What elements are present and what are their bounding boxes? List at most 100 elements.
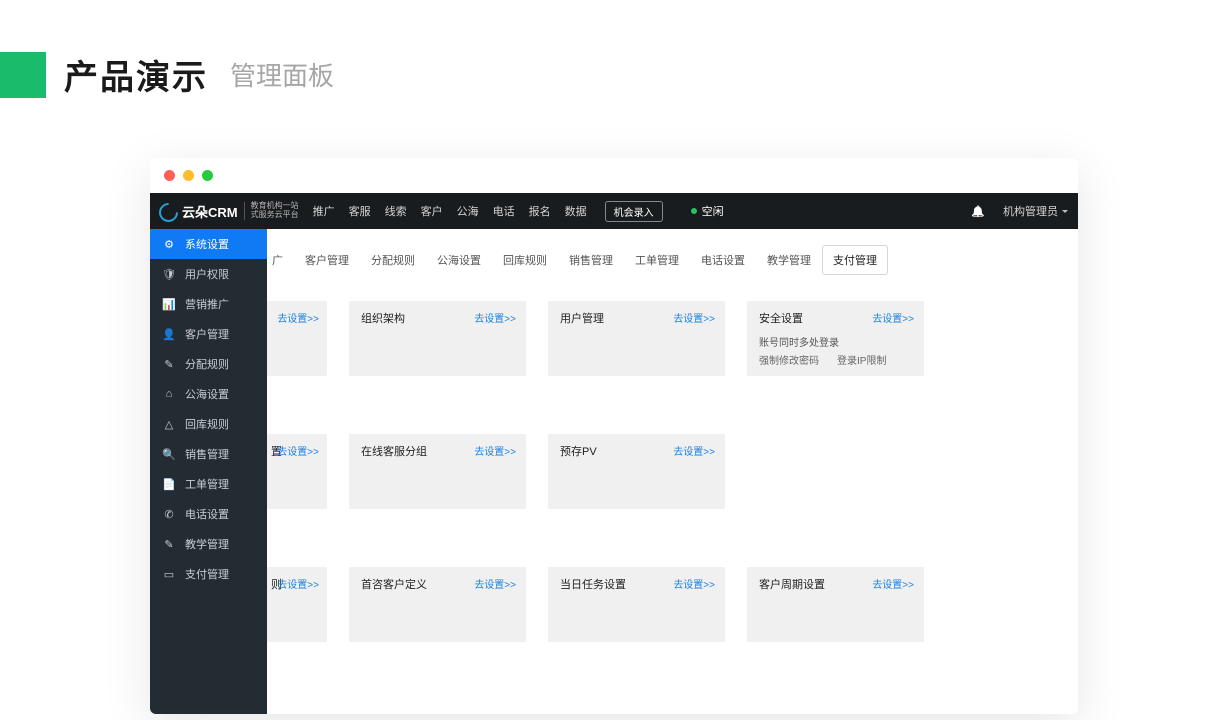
go-settings-link[interactable]: 去设置>> xyxy=(673,443,715,458)
main-panel: 广 客户管理 分配规则 公海设置 回库规则 销售管理 工单管理 电话设置 教学管… xyxy=(267,229,1078,714)
go-settings-link[interactable]: 去设置>> xyxy=(277,310,319,325)
nav-item[interactable]: 线索 xyxy=(385,203,407,219)
logo[interactable]: 云朵CRM 教育机构一站 式服务云平台 xyxy=(158,202,299,221)
nav-item[interactable]: 客服 xyxy=(349,203,371,219)
phone-icon: ✆ xyxy=(163,508,175,521)
card-user-mgmt[interactable]: 用户管理 去设置>> xyxy=(548,301,725,376)
status-label: 空闲 xyxy=(702,203,724,219)
sidebar-item-label: 公海设置 xyxy=(185,386,229,402)
chevron-down-icon xyxy=(1062,210,1068,213)
sidebar-item-ticket[interactable]: 📄 工单管理 xyxy=(150,469,267,499)
user-menu[interactable]: 机构管理员 xyxy=(1003,203,1068,219)
card-preset-pv[interactable]: 预存PV 去设置>> xyxy=(548,434,725,509)
go-settings-link[interactable]: 去设置>> xyxy=(277,443,319,458)
status-indicator[interactable]: 空闲 xyxy=(691,203,724,219)
home-icon: ⌂ xyxy=(163,388,175,400)
slide-title: 产品演示 管理面板 xyxy=(0,50,334,99)
tab[interactable]: 支付管理 xyxy=(822,245,888,275)
tab-fragment[interactable]: 广 xyxy=(271,245,294,275)
minimize-icon[interactable] xyxy=(183,170,194,181)
sidebar-item-teaching[interactable]: ✎ 教学管理 xyxy=(150,529,267,559)
card-row: 置 去设置>> 在线客服分组 去设置>> 预存PV 去设置>> xyxy=(277,434,1068,509)
accent-block xyxy=(0,52,46,98)
user-label: 机构管理员 xyxy=(1003,203,1058,219)
tab[interactable]: 公海设置 xyxy=(426,245,492,275)
card-subrow: 强制修改密码 登录IP限制 xyxy=(759,352,914,367)
user-icon: 👤 xyxy=(163,328,175,341)
shield-icon: 🛡 xyxy=(163,268,175,281)
tab[interactable]: 工单管理 xyxy=(624,245,690,275)
tab[interactable]: 回库规则 xyxy=(492,245,558,275)
sidebar-item-customer[interactable]: 👤 客户管理 xyxy=(150,319,267,349)
top-nav: 推广 客服 线索 客户 公海 电话 报名 数据 机会录入 xyxy=(313,201,663,222)
nav-item[interactable]: 客户 xyxy=(421,203,443,219)
sidebar-item-label: 工单管理 xyxy=(185,476,229,492)
close-icon[interactable] xyxy=(164,170,175,181)
card-online-group[interactable]: 在线客服分组 去设置>> xyxy=(349,434,526,509)
go-settings-link[interactable]: 去设置>> xyxy=(872,310,914,325)
card-sub-item: 强制修改密码 xyxy=(759,352,819,367)
sidebar-item-label: 教学管理 xyxy=(185,536,229,552)
sidebar-item-label: 分配规则 xyxy=(185,356,229,372)
nav-item[interactable]: 推广 xyxy=(313,203,335,219)
sidebar-item-payment[interactable]: ▭ 支付管理 xyxy=(150,559,267,589)
app-body: ⚙ 系统设置 🛡 用户权限 📊 营销推广 👤 客户管理 ✎ 分配规则 ⌂ 公海 xyxy=(150,229,1078,714)
nav-item[interactable]: 数据 xyxy=(565,203,587,219)
card-org-structure[interactable]: 组织架构 去设置>> xyxy=(349,301,526,376)
go-settings-link[interactable]: 去设置>> xyxy=(277,576,319,591)
card-partial[interactable]: 则 去设置>> xyxy=(267,567,327,642)
go-settings-link[interactable]: 去设置>> xyxy=(673,576,715,591)
sidebar-item-label: 支付管理 xyxy=(185,566,229,582)
card-row: 去设置>> 组织架构 去设置>> 用户管理 去设置>> 安全设置 去设置>> 账… xyxy=(277,301,1068,376)
sidebar-item-label: 客户管理 xyxy=(185,326,229,342)
card-row: 则 去设置>> 首咨客户定义 去设置>> 当日任务设置 去设置>> 客户周期设置… xyxy=(277,567,1068,642)
go-settings-link[interactable]: 去设置>> xyxy=(474,310,516,325)
lookup-icon: 🔍 xyxy=(163,448,175,461)
card-firstconsult[interactable]: 首咨客户定义 去设置>> xyxy=(349,567,526,642)
sidebar-item-user-permissions[interactable]: 🛡 用户权限 xyxy=(150,259,267,289)
card-customercycle[interactable]: 客户周期设置 去设置>> xyxy=(747,567,924,642)
logo-swoosh-icon xyxy=(158,202,176,220)
sub-tabs: 广 客户管理 分配规则 公海设置 回库规则 销售管理 工单管理 电话设置 教学管… xyxy=(271,245,1068,275)
sidebar-item-marketing[interactable]: 📊 营销推广 xyxy=(150,289,267,319)
sidebar-item-label: 销售管理 xyxy=(185,446,229,462)
app-header: 云朵CRM 教育机构一站 式服务云平台 推广 客服 线索 客户 公海 电话 报名… xyxy=(150,193,1078,229)
sidebar-item-sales[interactable]: 🔍 销售管理 xyxy=(150,439,267,469)
nav-item[interactable]: 电话 xyxy=(493,203,515,219)
notification-icon[interactable] xyxy=(971,205,985,218)
maximize-icon[interactable] xyxy=(202,170,213,181)
tab[interactable]: 客户管理 xyxy=(294,245,360,275)
card-partial[interactable]: 置 去设置>> xyxy=(267,434,327,509)
document-icon: 📄 xyxy=(163,478,175,491)
app-window: 云朵CRM 教育机构一站 式服务云平台 推广 客服 线索 客户 公海 电话 报名… xyxy=(150,158,1078,714)
pen-icon: ✎ xyxy=(163,358,175,371)
pencil-icon: ✎ xyxy=(163,538,175,551)
title-sub: 管理面板 xyxy=(230,56,334,93)
record-button[interactable]: 机会录入 xyxy=(605,201,663,222)
sidebar: ⚙ 系统设置 🛡 用户权限 📊 营销推广 👤 客户管理 ✎ 分配规则 ⌂ 公海 xyxy=(150,229,267,714)
sidebar-item-publicpool[interactable]: ⌂ 公海设置 xyxy=(150,379,267,409)
go-settings-link[interactable]: 去设置>> xyxy=(474,576,516,591)
sidebar-item-call[interactable]: ✆ 电话设置 xyxy=(150,499,267,529)
sidebar-item-allocation[interactable]: ✎ 分配规则 xyxy=(150,349,267,379)
nav-item[interactable]: 公海 xyxy=(457,203,479,219)
go-settings-link[interactable]: 去设置>> xyxy=(673,310,715,325)
card-partial[interactable]: 去设置>> xyxy=(267,301,327,376)
window-titlebar xyxy=(150,158,1078,193)
tab[interactable]: 销售管理 xyxy=(558,245,624,275)
card-sub-item: 登录IP限制 xyxy=(837,352,886,367)
sidebar-item-label: 电话设置 xyxy=(185,506,229,522)
tab[interactable]: 分配规则 xyxy=(360,245,426,275)
card-security[interactable]: 安全设置 去设置>> 账号同时多处登录 强制修改密码 登录IP限制 xyxy=(747,301,924,376)
status-dot-icon xyxy=(691,208,697,214)
sidebar-item-label: 用户权限 xyxy=(185,266,229,282)
tab[interactable]: 电话设置 xyxy=(690,245,756,275)
go-settings-link[interactable]: 去设置>> xyxy=(872,576,914,591)
sidebar-item-system-settings[interactable]: ⚙ 系统设置 xyxy=(150,229,267,259)
go-settings-link[interactable]: 去设置>> xyxy=(474,443,516,458)
tab[interactable]: 教学管理 xyxy=(756,245,822,275)
nav-item[interactable]: 报名 xyxy=(529,203,551,219)
sidebar-item-recycle[interactable]: △ 回库规则 xyxy=(150,409,267,439)
sidebar-item-label: 回库规则 xyxy=(185,416,229,432)
card-dailytask[interactable]: 当日任务设置 去设置>> xyxy=(548,567,725,642)
